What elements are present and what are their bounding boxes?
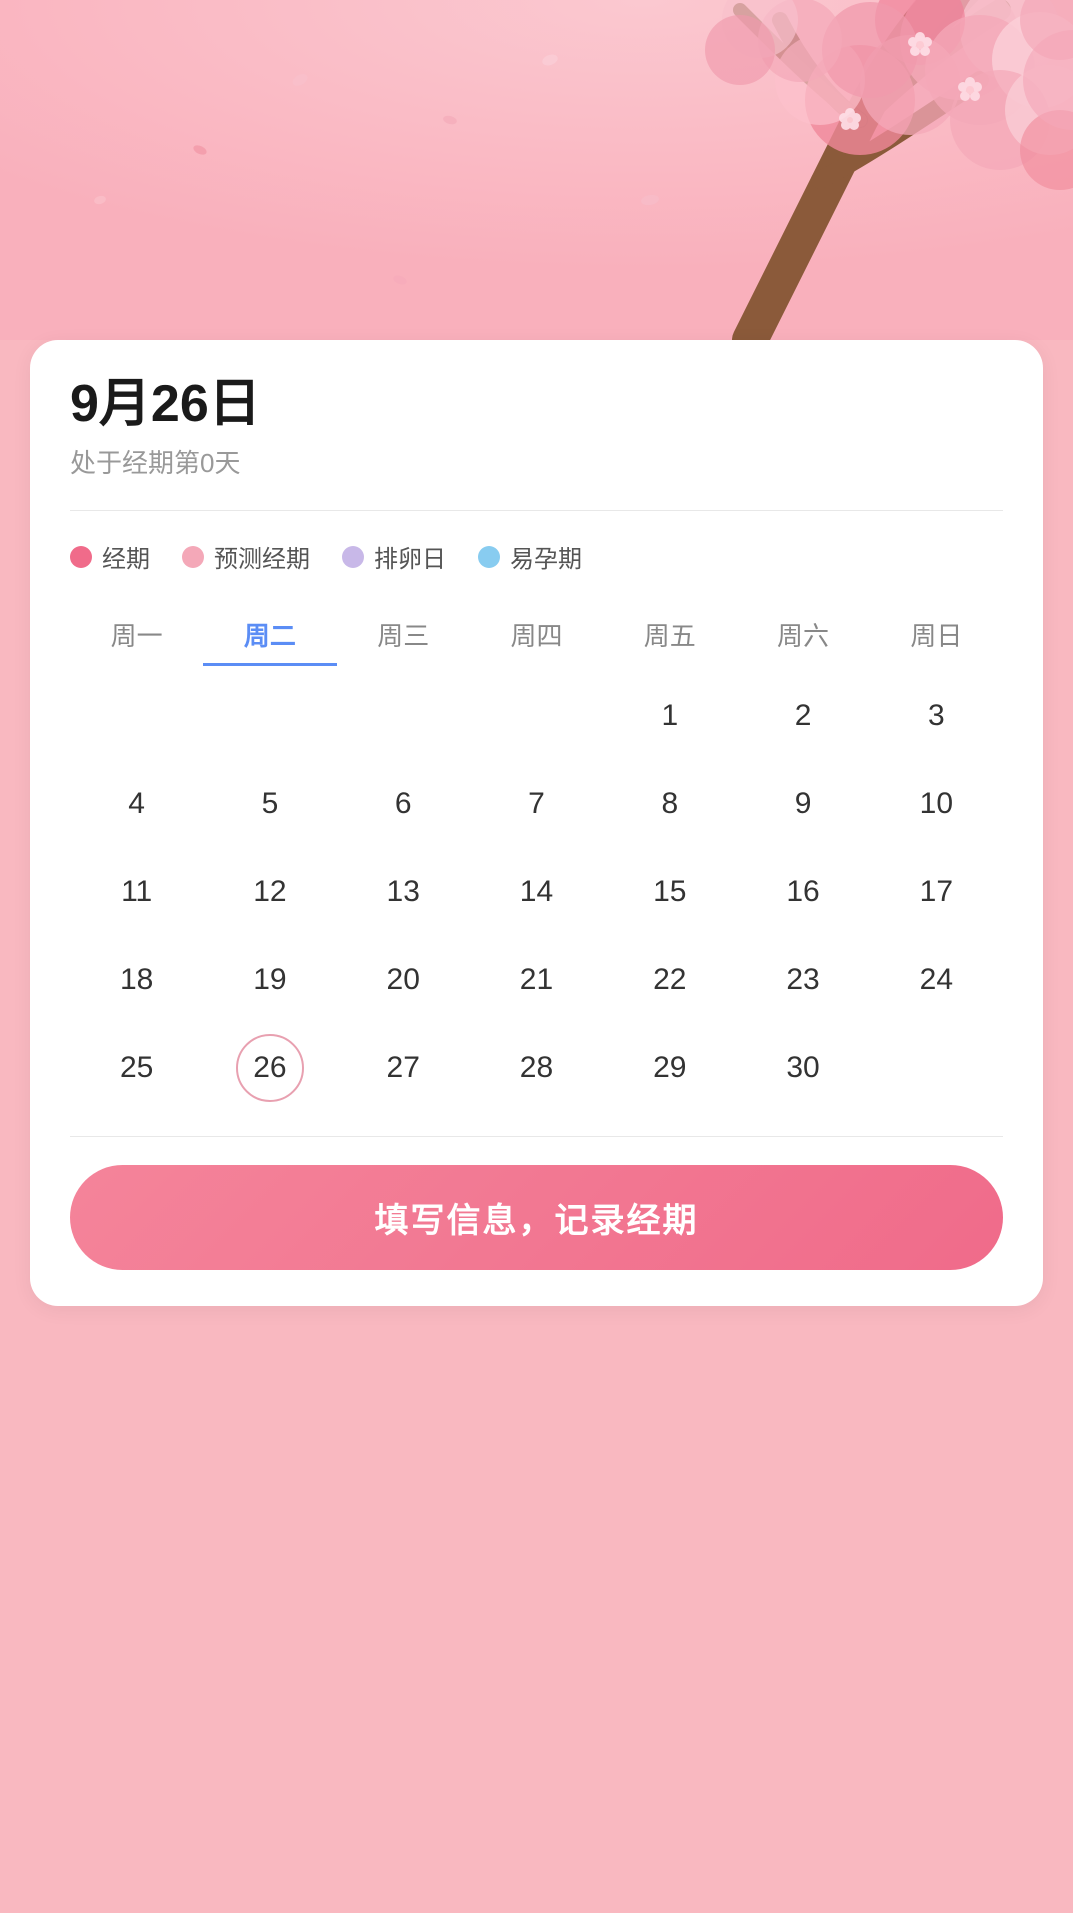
hero-background <box>0 0 1073 340</box>
day-cell[interactable]: 25 <box>70 1028 203 1108</box>
weekday-thu[interactable]: 周四 <box>470 606 603 666</box>
legend-item-predicted: 预测经期 <box>182 539 310 574</box>
day-cell[interactable]: 21 <box>470 940 603 1020</box>
day-number[interactable]: 22 <box>636 946 704 1014</box>
predicted-dot <box>182 546 204 568</box>
day-cell[interactable]: 13 <box>337 852 470 932</box>
day-cell[interactable]: 19 <box>203 940 336 1020</box>
day-number[interactable]: 3 <box>902 682 970 750</box>
day-cell[interactable]: 15 <box>603 852 736 932</box>
day-cell[interactable]: 28 <box>470 1028 603 1108</box>
day-cell[interactable]: 16 <box>736 852 869 932</box>
day-cell[interactable]: 9 <box>736 764 869 844</box>
day-number[interactable]: 24 <box>902 946 970 1014</box>
day-cell[interactable]: 27 <box>337 1028 470 1108</box>
day-number[interactable]: 1 <box>636 682 704 750</box>
fertile-label: 易孕期 <box>510 539 582 574</box>
day-cell[interactable]: 5 <box>203 764 336 844</box>
day-number[interactable]: 17 <box>902 858 970 926</box>
record-period-button[interactable]: 填写信息，记录经期 <box>70 1165 1003 1270</box>
day-number[interactable]: 13 <box>369 858 437 926</box>
day-number[interactable]: 30 <box>769 1034 837 1102</box>
day-cell[interactable]: 6 <box>337 764 470 844</box>
predicted-label: 预测经期 <box>214 539 310 574</box>
day-cell <box>337 676 470 756</box>
day-number[interactable]: 21 <box>502 946 570 1014</box>
weekday-sun[interactable]: 周日 <box>870 606 1003 666</box>
day-number[interactable]: 5 <box>236 770 304 838</box>
period-label: 经期 <box>102 539 150 574</box>
fertile-dot <box>478 546 500 568</box>
day-cell <box>870 1028 1003 1108</box>
day-number[interactable]: 2 <box>769 682 837 750</box>
day-number[interactable]: 8 <box>636 770 704 838</box>
day-number[interactable]: 29 <box>636 1034 704 1102</box>
weekday-wed[interactable]: 周三 <box>337 606 470 666</box>
day-number[interactable]: 11 <box>103 858 171 926</box>
day-number[interactable]: 16 <box>769 858 837 926</box>
day-cell[interactable]: 22 <box>603 940 736 1020</box>
day-cell[interactable]: 17 <box>870 852 1003 932</box>
day-cell[interactable]: 1 <box>603 676 736 756</box>
day-cell <box>203 676 336 756</box>
day-number[interactable]: 6 <box>369 770 437 838</box>
day-cell[interactable]: 29 <box>603 1028 736 1108</box>
date-subtitle: 处于经期第0天 <box>70 443 1003 480</box>
day-number[interactable]: 12 <box>236 858 304 926</box>
day-number[interactable]: 10 <box>902 770 970 838</box>
day-number[interactable]: 9 <box>769 770 837 838</box>
today-indicator[interactable]: 26 <box>236 1034 304 1102</box>
weekday-fri[interactable]: 周五 <box>603 606 736 666</box>
day-cell[interactable]: 24 <box>870 940 1003 1020</box>
top-divider <box>70 510 1003 511</box>
day-number[interactable]: 14 <box>502 858 570 926</box>
days-grid: 1234567891011121314151617181920212223242… <box>70 676 1003 1108</box>
day-number[interactable]: 15 <box>636 858 704 926</box>
weekday-headers: 周一 周二 周三 周四 周五 周六 周日 <box>70 606 1003 666</box>
day-number[interactable]: 25 <box>103 1034 171 1102</box>
legend-item-period: 经期 <box>70 539 150 574</box>
day-cell[interactable]: 11 <box>70 852 203 932</box>
day-number[interactable]: 19 <box>236 946 304 1014</box>
legend-item-fertile: 易孕期 <box>478 539 582 574</box>
period-dot <box>70 546 92 568</box>
day-number[interactable]: 7 <box>502 770 570 838</box>
day-cell[interactable]: 4 <box>70 764 203 844</box>
day-cell[interactable]: 7 <box>470 764 603 844</box>
day-cell[interactable]: 10 <box>870 764 1003 844</box>
day-number[interactable]: 27 <box>369 1034 437 1102</box>
ovulation-label: 排卵日 <box>374 539 446 574</box>
weekday-mon[interactable]: 周一 <box>70 606 203 666</box>
weekday-tue[interactable]: 周二 <box>203 606 336 666</box>
day-cell[interactable]: 3 <box>870 676 1003 756</box>
day-cell[interactable]: 8 <box>603 764 736 844</box>
day-cell[interactable]: 23 <box>736 940 869 1020</box>
day-cell <box>70 676 203 756</box>
main-card: 9月26日 处于经期第0天 经期 预测经期 排卵日 易孕期 周一 周二 周三 周… <box>30 340 1043 1306</box>
day-number[interactable]: 18 <box>103 946 171 1014</box>
bottom-divider <box>70 1136 1003 1137</box>
legend: 经期 预测经期 排卵日 易孕期 <box>70 539 1003 574</box>
day-number[interactable]: 23 <box>769 946 837 1014</box>
legend-item-ovulation: 排卵日 <box>342 539 446 574</box>
day-cell[interactable]: 26 <box>203 1028 336 1108</box>
day-cell[interactable]: 2 <box>736 676 869 756</box>
day-cell[interactable]: 18 <box>70 940 203 1020</box>
calendar: 周一 周二 周三 周四 周五 周六 周日 1234567891011121314… <box>70 606 1003 1108</box>
weekday-sat[interactable]: 周六 <box>736 606 869 666</box>
day-number[interactable]: 20 <box>369 946 437 1014</box>
day-cell[interactable]: 12 <box>203 852 336 932</box>
ovulation-dot <box>342 546 364 568</box>
day-cell <box>470 676 603 756</box>
day-cell[interactable]: 20 <box>337 940 470 1020</box>
day-number[interactable]: 4 <box>103 770 171 838</box>
day-cell[interactable]: 14 <box>470 852 603 932</box>
day-number[interactable]: 28 <box>502 1034 570 1102</box>
date-title: 9月26日 <box>70 376 1003 433</box>
day-cell[interactable]: 30 <box>736 1028 869 1108</box>
cherry-blossom-illustration <box>0 0 1073 340</box>
